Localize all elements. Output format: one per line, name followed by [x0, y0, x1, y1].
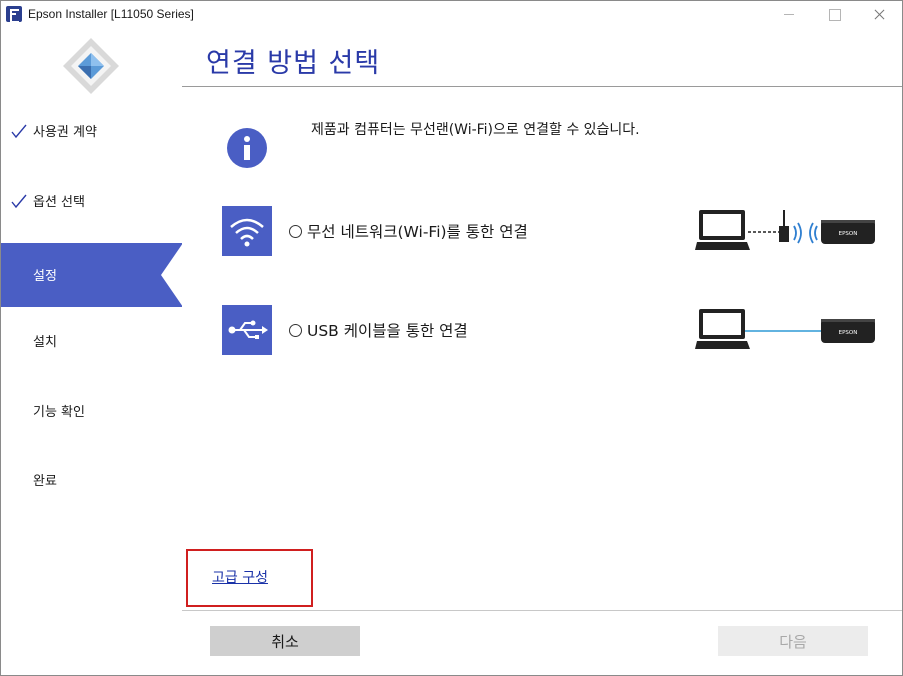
checkmark-icon — [11, 124, 27, 139]
epson-logo-icon — [63, 38, 119, 94]
usb-radio-button[interactable] — [289, 323, 302, 337]
step-label: 설치 — [33, 335, 57, 350]
cancel-button[interactable]: 취소 — [210, 626, 360, 656]
step-feature-check: 기능 확인 — [1, 379, 182, 443]
step-label: 완료 — [33, 474, 57, 489]
wifi-connection-diagram: EPSON — [695, 210, 875, 250]
advanced-configuration-link[interactable]: 고급 구성 — [212, 567, 268, 587]
printer-brand-label: EPSON — [839, 231, 858, 237]
checkmark-icon — [11, 194, 27, 209]
step-install: 설치 — [1, 309, 182, 373]
epson-app-icon — [6, 6, 22, 23]
step-label: 옵션 선택 — [33, 195, 85, 210]
step-setup-active: 설정 — [1, 243, 183, 307]
step-label: 설정 — [33, 269, 57, 284]
wifi-icon[interactable] — [222, 206, 272, 256]
printer-brand-label: EPSON — [839, 330, 858, 336]
usb-connection-diagram: EPSON — [695, 309, 875, 349]
step-option-select: 옵션 선택 — [1, 169, 182, 233]
step-sidebar: 사용권 계약 옵션 선택 설정 설치 기능 확인 완료 — [1, 29, 183, 675]
maximize-button[interactable] — [811, 1, 857, 29]
close-button[interactable] — [856, 1, 902, 29]
page-title: 연결 방법 선택 — [206, 48, 381, 79]
installer-window: Epson Installer [L11050 Series] 사용권 계약 옵… — [0, 0, 903, 676]
step-complete: 완료 — [1, 448, 182, 512]
wifi-connection-option[interactable]: 무선 네트워크(Wi-Fi)를 통한 연결 — [289, 219, 528, 243]
info-message: 제품과 컴퓨터는 무선랜(Wi-Fi)으로 연결할 수 있습니다. — [311, 122, 640, 138]
usb-option-label: USB 케이블을 통한 연결 — [307, 322, 468, 340]
wifi-option-label: 무선 네트워크(Wi-Fi)를 통한 연결 — [307, 223, 528, 241]
title-divider — [182, 86, 902, 87]
title-bar: Epson Installer [L11050 Series] — [1, 1, 902, 29]
minimize-button[interactable] — [766, 1, 812, 29]
next-button-disabled[interactable]: 다음 — [718, 626, 868, 656]
wifi-radio-button[interactable] — [289, 224, 302, 238]
footer-divider — [182, 610, 902, 611]
usb-icon[interactable] — [222, 305, 272, 355]
step-license-agreement: 사용권 계약 — [1, 99, 182, 163]
usb-connection-option[interactable]: USB 케이블을 통한 연결 — [289, 318, 468, 342]
info-icon — [227, 128, 267, 168]
step-label: 기능 확인 — [33, 405, 85, 420]
window-title: Epson Installer [L11050 Series] — [28, 7, 194, 21]
step-label: 사용권 계약 — [33, 125, 97, 140]
